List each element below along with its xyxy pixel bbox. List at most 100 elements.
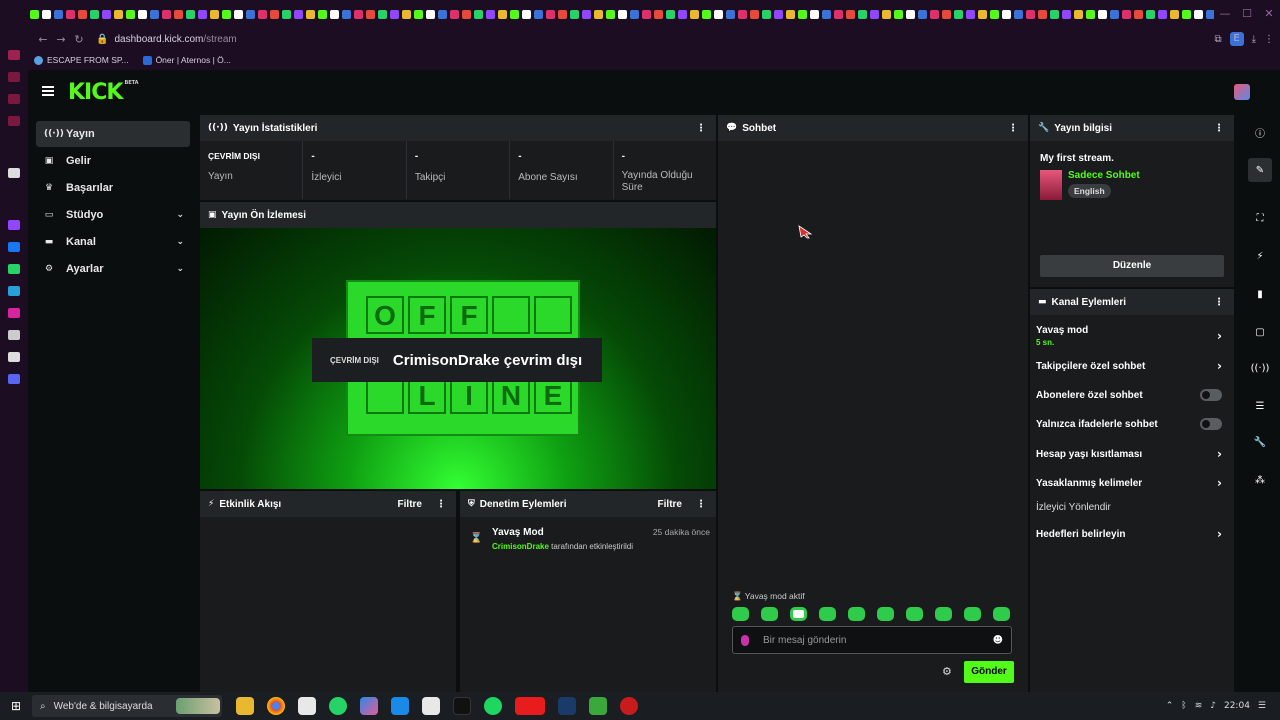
minimize-button[interactable]: — [1214, 6, 1236, 22]
tab-favicon-icon[interactable] [942, 9, 951, 19]
action-redirect-viewers[interactable]: İzleyici Yönlendir [1036, 502, 1222, 513]
clock-time[interactable]: 22:04 [1224, 701, 1250, 711]
category-name[interactable]: Sadece Sohbet [1068, 170, 1140, 181]
back-icon[interactable]: ← [34, 33, 52, 46]
tab-favicon-icon[interactable] [330, 9, 339, 19]
bluetooth-icon[interactable]: ᛒ [1181, 701, 1186, 711]
tab-favicon-icon[interactable] [390, 9, 399, 19]
tab-favicon-icon[interactable] [270, 9, 279, 19]
extensions-icon[interactable]: ⧉ [1214, 34, 1221, 45]
action-emote-only[interactable]: Yalnızca ifadelerle sohbet [1036, 418, 1222, 430]
minecraft-icon[interactable] [589, 697, 607, 715]
share-icon[interactable]: ⁂ [1248, 468, 1272, 492]
sidebar-item-yayin[interactable]: ((·)) Yayın [36, 121, 190, 147]
action-slow-mode[interactable]: Yavaş mod 5 sn. › [1036, 325, 1222, 347]
emoji-picker-icon[interactable]: ☻ [993, 635, 1003, 646]
tab-favicon-icon[interactable] [1110, 9, 1119, 19]
tab-favicon-icon[interactable] [402, 9, 411, 19]
tab-favicon-icon[interactable] [990, 9, 999, 19]
browser-tabs[interactable] [30, 8, 1214, 20]
windows-start-icon[interactable]: ⊞ [0, 699, 32, 713]
emote-icon[interactable] [732, 607, 749, 621]
sidebar-item-gelir[interactable]: ▣ Gelir [36, 148, 190, 174]
bookmark-item[interactable]: ESCAPE FROM SP... [34, 55, 129, 65]
tab-favicon-icon[interactable] [1002, 9, 1011, 19]
tab-favicon-icon[interactable] [102, 9, 111, 19]
tab-favicon-icon[interactable] [798, 9, 807, 19]
twitch-icon[interactable] [8, 220, 20, 230]
tab-favicon-icon[interactable] [834, 9, 843, 19]
tab-favicon-icon[interactable] [522, 9, 531, 19]
chat-icon[interactable]: ▢ [1248, 320, 1272, 344]
sidebar-item-studyo[interactable]: ▭ Stüdyo ⌄ [36, 202, 190, 228]
tab-favicon-icon[interactable] [378, 9, 387, 19]
tab-favicon-icon[interactable] [810, 9, 819, 19]
tab-favicon-icon[interactable] [198, 9, 207, 19]
tab-favicon-icon[interactable] [126, 9, 135, 19]
tab-favicon-icon[interactable] [78, 9, 87, 19]
tab-favicon-icon[interactable] [354, 9, 363, 19]
tab-favicon-icon[interactable] [66, 9, 75, 19]
tab-favicon-icon[interactable] [678, 9, 687, 19]
bolt-icon[interactable]: ⚡ [1248, 244, 1272, 268]
filter-button[interactable]: Filtre [658, 499, 682, 510]
instagram-icon[interactable] [8, 308, 20, 318]
store-icon[interactable] [422, 697, 440, 715]
action-set-goals[interactable]: Hedefleri belirleyin › [1036, 527, 1222, 541]
tab-favicon-icon[interactable] [1122, 9, 1131, 19]
maximize-button[interactable]: ☐ [1236, 6, 1258, 22]
sidebar-item-ayarlar[interactable]: ⚙ Ayarlar ⌄ [36, 256, 190, 282]
tab-favicon-icon[interactable] [894, 9, 903, 19]
sidebar-app-icon[interactable] [8, 168, 20, 178]
screen-icon[interactable]: ⛶ [1248, 206, 1272, 230]
tab-favicon-icon[interactable] [1134, 9, 1143, 19]
notification-icon[interactable]: ☰ [1258, 701, 1266, 711]
emote-icon[interactable] [877, 607, 894, 621]
tab-favicon-icon[interactable] [42, 9, 51, 19]
app-icon[interactable] [515, 697, 545, 715]
tab-favicon-icon[interactable] [534, 9, 543, 19]
tab-favicon-icon[interactable] [234, 9, 243, 19]
whatsapp-icon[interactable] [8, 264, 20, 274]
edit-icon[interactable]: ✎ [1248, 158, 1272, 182]
info-icon[interactable]: ⓘ [1248, 120, 1272, 144]
tab-favicon-icon[interactable] [858, 9, 867, 19]
action-account-age[interactable]: Hesap yaşı kısıtlaması › [1036, 447, 1222, 461]
tab-favicon-icon[interactable] [918, 9, 927, 19]
close-window-button[interactable]: ✕ [1258, 6, 1280, 22]
tab-favicon-icon[interactable] [438, 9, 447, 19]
tab-favicon-icon[interactable] [702, 9, 711, 19]
profile-avatar[interactable]: E [1229, 32, 1244, 46]
wrench-icon[interactable]: 🔧 [1248, 430, 1272, 454]
tab-favicon-icon[interactable] [474, 9, 483, 19]
tab-favicon-icon[interactable] [954, 9, 963, 19]
emote-icon[interactable] [848, 607, 865, 621]
x-icon[interactable] [8, 352, 20, 362]
reload-icon[interactable]: ↻ [70, 33, 88, 46]
menu-icon[interactable]: ⋮ [1264, 34, 1274, 45]
tab-favicon-icon[interactable] [978, 9, 987, 19]
tiktok-icon[interactable] [8, 330, 20, 340]
tab-favicon-icon[interactable] [426, 9, 435, 19]
tab-favicon-icon[interactable] [306, 9, 315, 19]
tab-favicon-icon[interactable] [1182, 9, 1191, 19]
tab-favicon-icon[interactable] [462, 9, 471, 19]
layer-icon[interactable]: ▮ [1248, 282, 1272, 306]
action-banned-words[interactable]: Yasaklanmış kelimeler › [1036, 476, 1222, 490]
tab-favicon-icon[interactable] [450, 9, 459, 19]
action-followers-only[interactable]: Takipçilere özel sohbet › [1036, 359, 1222, 373]
tab-favicon-icon[interactable] [774, 9, 783, 19]
tab-favicon-icon[interactable] [246, 9, 255, 19]
tab-favicon-icon[interactable] [846, 9, 855, 19]
whatsapp-icon[interactable] [329, 697, 347, 715]
tab-favicon-icon[interactable] [138, 9, 147, 19]
tab-favicon-icon[interactable] [1158, 9, 1167, 19]
tab-favicon-icon[interactable] [762, 9, 771, 19]
chevron-up-icon[interactable]: ⌃ [1166, 701, 1174, 711]
tab-favicon-icon[interactable] [1026, 9, 1035, 19]
spotify-icon[interactable] [484, 697, 502, 715]
sidebar-app-icon[interactable] [8, 116, 20, 126]
user-avatar[interactable] [1234, 84, 1250, 100]
tab-favicon-icon[interactable] [582, 9, 591, 19]
tab-favicon-icon[interactable] [750, 9, 759, 19]
